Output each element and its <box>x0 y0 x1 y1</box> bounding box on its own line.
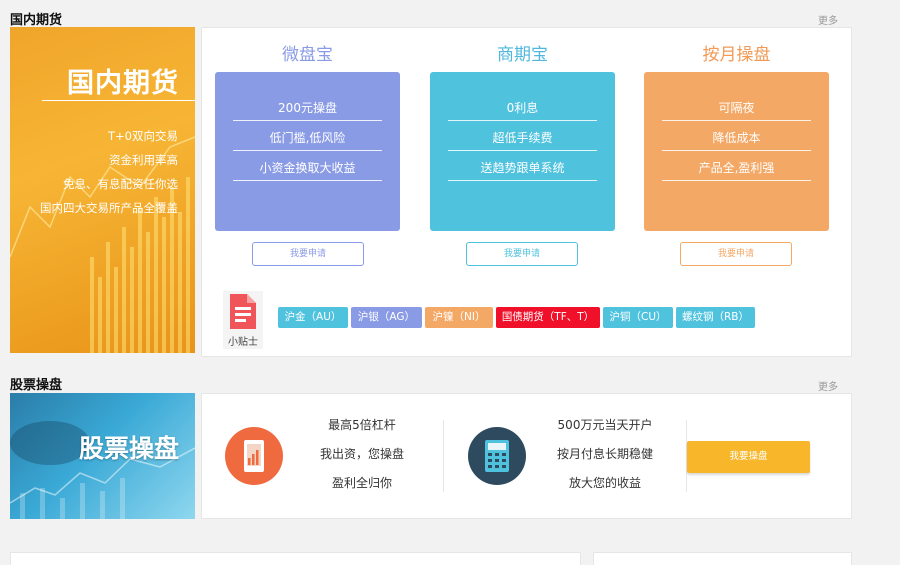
product-card-shangqibao[interactable]: 0利息 超低手续费 送趋势跟单系统 <box>430 72 615 231</box>
stocks-section-title: 股票操盘 <box>10 378 63 393</box>
stocks-banner-title: 股票操盘 <box>78 434 179 463</box>
card-row: 送趋势跟单系统 <box>480 161 565 175</box>
apply-button-shangqibao[interactable]: 我要申请 <box>466 242 578 266</box>
card-divider <box>448 180 597 181</box>
product-name-shangqibao[interactable]: 商期宝 <box>430 40 615 65</box>
tag-cu[interactable]: 沪铜（CU） <box>603 307 673 328</box>
product-name-monthly[interactable]: 按月操盘 <box>644 40 829 65</box>
tag-au[interactable]: 沪金（AU） <box>278 307 348 328</box>
product-name-weipanbao[interactable]: 微盘宝 <box>215 40 400 65</box>
stock-apply-button[interactable]: 我要操盘 <box>687 441 810 473</box>
bottom-panel-left <box>10 552 581 565</box>
tag-ni[interactable]: 沪镍（NI） <box>425 307 493 328</box>
stocks-banner[interactable]: 股票操盘 <box>10 393 195 519</box>
tips-label: 小贴士 <box>228 337 258 348</box>
futures-section-title: 国内期货 <box>10 13 63 28</box>
card-row: 可隔夜 <box>718 101 755 115</box>
feature-profit: 盈利全归你 <box>331 476 392 490</box>
card-row: 低门槛,低风险 <box>269 131 346 145</box>
futures-banner-title: 国内期货 <box>67 68 179 99</box>
apply-button-weipanbao[interactable]: 我要申请 <box>252 242 364 266</box>
tag-rb[interactable]: 螺纹钢（RB） <box>676 307 755 328</box>
calculator-icon <box>468 427 526 485</box>
card-divider <box>233 180 382 181</box>
feature-funding: 我出资，您操盘 <box>319 447 404 461</box>
feature-divider <box>443 420 444 492</box>
tablet-chart-icon <box>225 427 283 485</box>
card-divider <box>662 150 811 151</box>
stocks-more-link[interactable]: 更多 <box>818 378 838 393</box>
feature-leverage: 最高5倍杠杆 <box>328 418 396 432</box>
feature-amplify: 放大您的收益 <box>568 476 641 490</box>
card-divider <box>662 180 811 181</box>
futures-banner[interactable]: 国内期货 T+0双向交易 资金利用率高 免息、有息配资任你选 国内四大交易所产品… <box>10 27 195 353</box>
banner-line-3: 免息、有息配资任你选 <box>63 177 178 191</box>
document-icon <box>230 294 256 329</box>
banner-line-4: 国内四大交易所产品全覆盖 <box>40 201 178 215</box>
futures-more-link[interactable]: 更多 <box>818 12 838 27</box>
banner-line-1: T+0双向交易 <box>108 129 178 143</box>
card-divider <box>448 120 597 121</box>
product-card-weipanbao[interactable]: 200元操盘 低门槛,低风险 小资金换取大收益 <box>215 72 400 231</box>
card-divider <box>233 150 382 151</box>
card-divider <box>662 120 811 121</box>
card-row: 200元操盘 <box>278 101 337 115</box>
card-row: 产品全,盈利强 <box>698 161 775 175</box>
product-card-monthly[interactable]: 可隔夜 降低成本 产品全,盈利强 <box>644 72 829 231</box>
card-row: 超低手续费 <box>492 131 553 145</box>
card-row: 0利息 <box>506 101 539 115</box>
card-divider <box>233 120 382 121</box>
card-divider <box>448 150 597 151</box>
feature-interest: 按月付息长期稳健 <box>556 447 653 461</box>
feature-account: 500万元当天开户 <box>557 418 653 432</box>
banner-line-2: 资金利用率高 <box>109 153 178 167</box>
tips-box: 小贴士 <box>223 291 263 349</box>
bottom-panel-right <box>593 552 852 565</box>
tag-ag[interactable]: 沪银（AG） <box>351 307 422 328</box>
tag-tf[interactable]: 国债期货（TF、T） <box>496 307 600 328</box>
card-row: 小资金换取大收益 <box>259 161 356 175</box>
apply-button-monthly[interactable]: 我要申请 <box>680 242 792 266</box>
banner-divider <box>42 100 195 101</box>
card-row: 降低成本 <box>712 131 761 145</box>
